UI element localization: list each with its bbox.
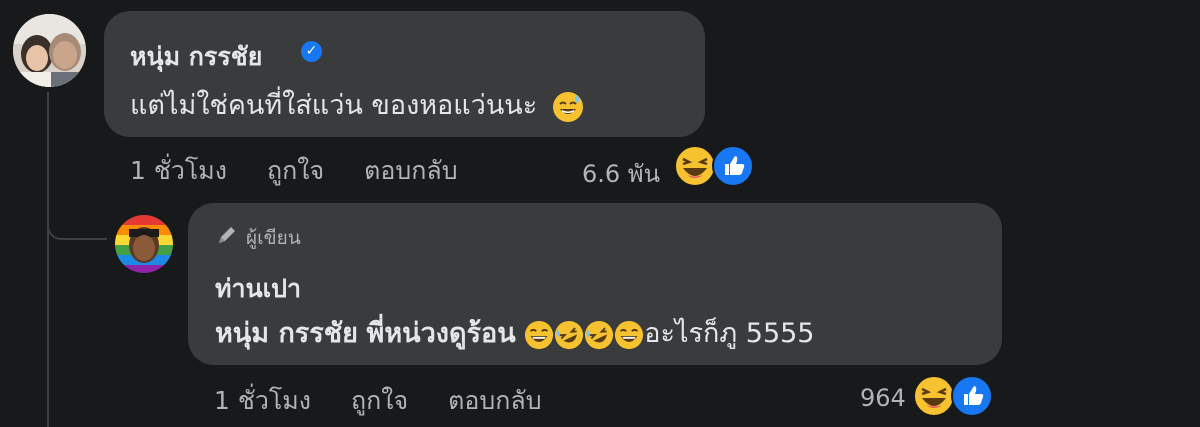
- like-button[interactable]: ถูกใจ: [267, 151, 324, 191]
- comment-text: แต่ไม่ใช่คนที่ใส่แว่น ของหอแว่นนะ: [130, 83, 584, 126]
- reply-reaction-count[interactable]: 964: [860, 384, 906, 412]
- reply-like-button[interactable]: ถูกใจ: [351, 381, 408, 421]
- laughing-emoji: [525, 320, 554, 349]
- reply-body: พี่หน่วงดูร้อน: [366, 318, 516, 349]
- reply-bubble: ผู้เขียน ท่านเปา หนุ่ม กรรชัย พี่หน่วงดู…: [188, 203, 1002, 365]
- pen-icon: [219, 227, 235, 243]
- haha-icon: [674, 145, 716, 187]
- avatar[interactable]: [13, 14, 86, 87]
- reply-reply-button[interactable]: ตอบกลับ: [448, 381, 541, 421]
- comment-author[interactable]: หนุ่ม กรรชัย: [130, 37, 262, 77]
- haha-icon: [913, 375, 955, 417]
- comment-actions: 1 ชั่วโมง ถูกใจ ตอบกลับ: [130, 151, 498, 191]
- reply-actions: 1 ชั่วโมง ถูกใจ ตอบกลับ: [214, 381, 582, 421]
- thread-line: [47, 92, 49, 427]
- reply-avatar[interactable]: [115, 215, 173, 273]
- reply-reaction-icons[interactable]: [912, 374, 996, 418]
- reply-connector: [47, 200, 107, 240]
- like-icon: [951, 375, 993, 417]
- rofl-emoji: [555, 320, 584, 349]
- sweat-smile-emoji: [552, 91, 583, 122]
- reply-author[interactable]: ท่านเปา: [215, 269, 301, 309]
- rofl-emoji: [585, 320, 614, 349]
- comment-bubble: หนุ่ม กรรชัย ✓ แต่ไม่ใช่คนที่ใส่แว่น ของ…: [104, 11, 705, 137]
- reply-timestamp[interactable]: 1 ชั่วโมง: [214, 381, 311, 421]
- author-badge: ผู้เขียน: [246, 227, 301, 249]
- reply-button[interactable]: ตอบกลับ: [364, 151, 457, 191]
- laughing-emoji: [615, 320, 644, 349]
- reaction-icons[interactable]: [673, 144, 757, 188]
- comment-thread: หนุ่ม กรรชัย ✓ แต่ไม่ใช่คนที่ใส่แว่น ของ…: [0, 0, 1200, 427]
- reply-suffix: อะไรก็ภู 5555: [644, 318, 815, 349]
- reaction-count[interactable]: 6.6 พัน: [582, 154, 660, 193]
- verified-badge-icon: ✓: [301, 41, 322, 62]
- like-icon: [712, 145, 754, 187]
- mention-link[interactable]: หนุ่ม กรรชัย: [215, 318, 358, 349]
- comment-body: แต่ไม่ใช่คนที่ใส่แว่น ของหอแว่นนะ: [130, 90, 538, 121]
- reply-text: หนุ่ม กรรชัย พี่หน่วงดูร้อน อะไรก็ภู 555…: [215, 311, 815, 354]
- comment-timestamp[interactable]: 1 ชั่วโมง: [130, 151, 227, 191]
